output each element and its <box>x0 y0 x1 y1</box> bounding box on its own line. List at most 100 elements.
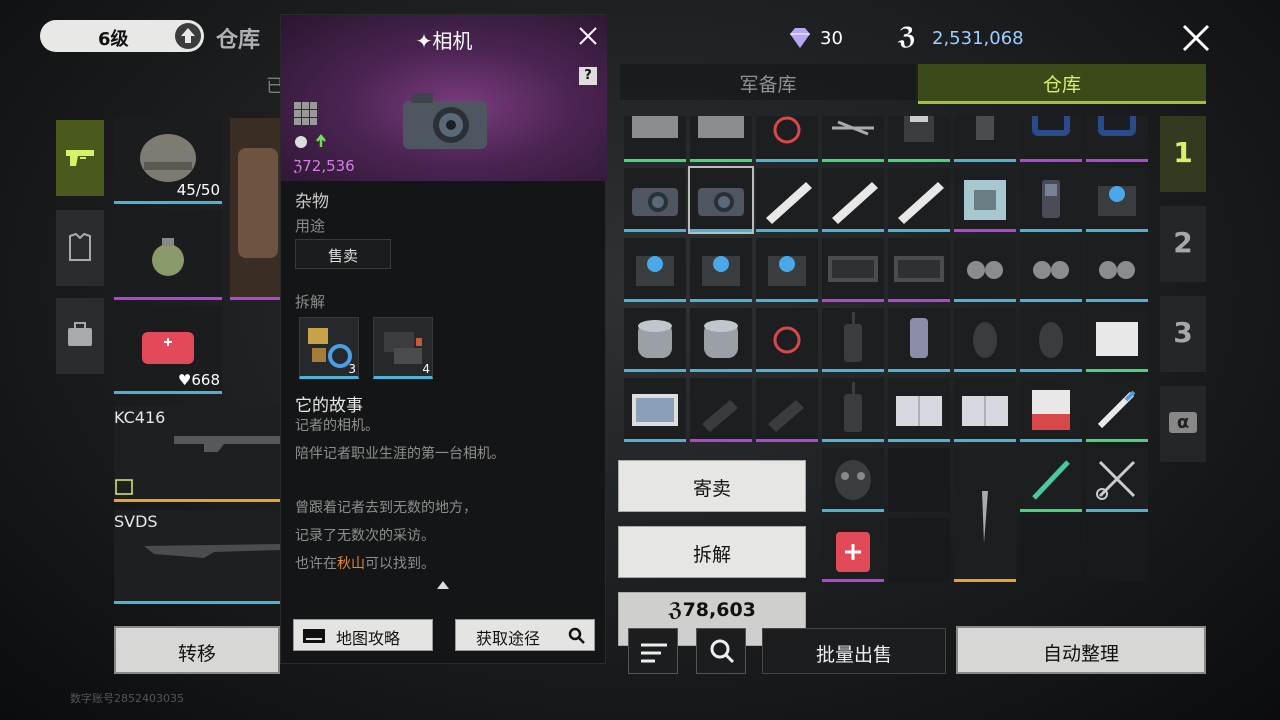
blue-fan-box-icon <box>768 255 806 286</box>
inventory-item-mouse[interactable] <box>1020 308 1082 372</box>
tab-armory[interactable]: 军备库 <box>620 64 916 100</box>
category-armor[interactable] <box>56 210 104 286</box>
inventory-item-electronic-box[interactable] <box>888 116 950 162</box>
inventory-item-book[interactable] <box>888 378 950 442</box>
inventory-item-screws[interactable] <box>822 116 884 162</box>
inventory-item-knife[interactable] <box>954 448 1016 582</box>
close-icon[interactable] <box>577 25 599 47</box>
inventory-item-usb-drive[interactable] <box>756 378 818 442</box>
story-line: 也许在秋山可以找到。 <box>295 553 435 573</box>
category-weapon[interactable] <box>56 120 104 196</box>
scroll-up-icon[interactable] <box>437 581 449 589</box>
inventory-item-usb-drive[interactable] <box>690 378 752 442</box>
inventory-item-gas-mask[interactable] <box>822 448 884 512</box>
sell-price: ℨ78,603 <box>668 599 756 621</box>
inventory-item-mp3-player[interactable] <box>1020 168 1082 232</box>
inventory-item-blue-fan-box[interactable] <box>624 238 686 302</box>
inventory-item-syringe[interactable] <box>1086 378 1148 442</box>
inventory-item-circuit-chip[interactable] <box>954 168 1016 232</box>
inventory-item-blue-watch[interactable] <box>1086 116 1148 162</box>
equip-slot-backpack[interactable] <box>230 118 280 300</box>
inventory-item-sd-card[interactable] <box>1020 378 1082 442</box>
dismantle-button[interactable]: 拆解 <box>618 526 806 578</box>
inventory-item-white-tube[interactable] <box>756 168 818 232</box>
inventory-item-silver-can[interactable] <box>690 308 752 372</box>
page-tab-3[interactable]: 3 <box>1160 296 1206 372</box>
page-tab-alpha[interactable]: α <box>1160 386 1206 462</box>
empty-slot[interactable] <box>888 518 950 582</box>
level-badge[interactable]: 6级 <box>40 20 204 52</box>
inventory-item-blue-watch[interactable] <box>1020 116 1082 162</box>
help-icon[interactable]: ? <box>579 67 597 85</box>
inventory-item-white-tube[interactable] <box>822 168 884 232</box>
close-icon[interactable] <box>1178 20 1214 56</box>
inventory-item-white-tube[interactable] <box>888 168 950 232</box>
inventory-item-screwdriver[interactable] <box>1020 448 1082 512</box>
page-tab-1[interactable]: 1 <box>1160 116 1206 192</box>
location-link[interactable]: 秋山 <box>337 556 365 572</box>
inventory-item-metal-plate[interactable] <box>690 116 752 162</box>
auto-sort-button[interactable]: 自动整理 <box>956 626 1206 674</box>
inventory-item-red-cable[interactable] <box>756 116 818 162</box>
inventory-item-gears[interactable] <box>1020 238 1082 302</box>
inventory-item-blue-fan-box[interactable] <box>756 238 818 302</box>
book-icon <box>962 395 1008 426</box>
white-tube-icon <box>766 181 812 224</box>
consign-button[interactable]: 寄卖 <box>618 460 806 512</box>
page-title: 仓库 <box>216 28 261 53</box>
obtain-label: 获取途径 <box>476 629 541 648</box>
empty-slot[interactable] <box>888 448 950 512</box>
item-title: ✦相机 <box>415 29 473 53</box>
weapon-slot-primary[interactable]: KC416 <box>114 406 280 502</box>
inventory-item-paper[interactable] <box>1086 308 1148 372</box>
inventory-item-red-medkit[interactable] <box>822 518 884 582</box>
empty-slot[interactable] <box>1020 518 1082 582</box>
equip-slot-medkit[interactable]: ♥668 <box>114 306 222 394</box>
equip-slot-helmet[interactable]: 45/50 <box>114 118 222 204</box>
map-icon <box>303 629 325 643</box>
equip-slot-grenade[interactable] <box>114 210 222 300</box>
material-item[interactable]: 4 <box>373 317 433 379</box>
inventory-item-blue-fan-box[interactable] <box>690 238 752 302</box>
inventory-item-photo[interactable] <box>624 378 686 442</box>
inventory-item-camera[interactable] <box>688 166 754 234</box>
inventory-item-gpu-card[interactable] <box>822 238 884 302</box>
inventory-item-phone[interactable] <box>888 308 950 372</box>
inventory-item-scissors[interactable] <box>1086 448 1148 512</box>
inventory-item-walkie-talkie[interactable] <box>822 378 884 442</box>
inventory-item-walkie-talkie[interactable] <box>822 308 884 372</box>
inventory-item-book[interactable] <box>954 378 1016 442</box>
category-bag[interactable] <box>56 298 104 374</box>
circuit-chip-icon <box>964 179 1006 220</box>
story-text: 也许在 <box>295 556 337 572</box>
inventory-item-metal-plate[interactable] <box>624 116 686 162</box>
gas-mask-icon <box>835 459 871 500</box>
diamond-icon <box>786 26 814 50</box>
tab-warehouse[interactable]: 仓库 <box>918 64 1206 104</box>
material-item[interactable]: 3 <box>299 317 359 379</box>
tab-armory-label: 军备库 <box>739 74 797 96</box>
weapon-slot-secondary[interactable]: SVDS <box>114 510 280 604</box>
price-trend-icon <box>293 133 333 155</box>
inventory-item-red-cable[interactable] <box>756 308 818 372</box>
red-cable-icon <box>773 326 801 353</box>
obtain-method-button[interactable]: 获取途径 <box>455 619 595 651</box>
inventory-item-mouse[interactable] <box>954 308 1016 372</box>
silver-can-icon <box>704 319 738 358</box>
page-tab-2[interactable]: 2 <box>1160 206 1206 282</box>
transfer-button[interactable]: 转移 <box>114 626 280 674</box>
sort-button[interactable] <box>628 628 678 674</box>
level-text: 6级 <box>98 29 129 50</box>
bulk-sell-button[interactable]: 批量出售 <box>762 628 946 674</box>
inventory-item-gears[interactable] <box>954 238 1016 302</box>
inventory-item-camera[interactable] <box>624 168 686 232</box>
inventory-item-gears[interactable] <box>1086 238 1148 302</box>
search-button[interactable] <box>696 628 746 674</box>
inventory-item-silver-can[interactable] <box>624 308 686 372</box>
inventory-item-black-cup[interactable] <box>954 116 1016 162</box>
blue-fan-box-icon <box>1098 185 1136 216</box>
map-guide-button[interactable]: 地图攻略 <box>293 619 433 651</box>
inventory-item-blue-fan-box[interactable] <box>1086 168 1148 232</box>
inventory-item-gpu-card[interactable] <box>888 238 950 302</box>
empty-slot[interactable] <box>1086 518 1148 582</box>
